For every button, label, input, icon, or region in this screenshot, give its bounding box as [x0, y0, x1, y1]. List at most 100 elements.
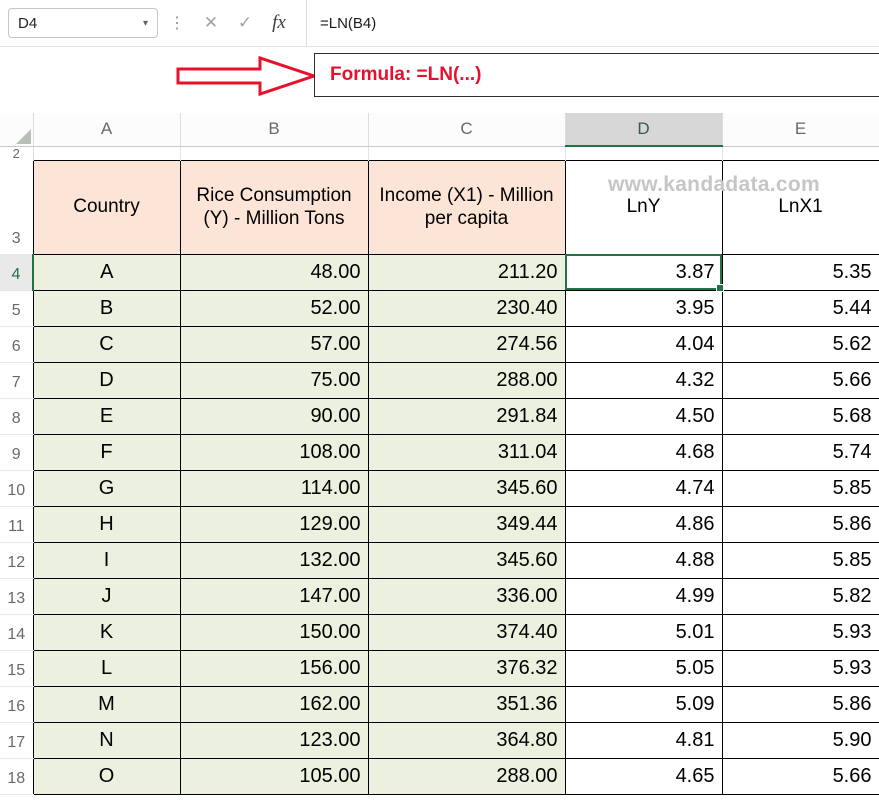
cell[interactable]: 336.00: [367, 577, 566, 615]
cell[interactable]: 5.35: [721, 253, 879, 291]
row-number[interactable]: 14: [0, 614, 34, 651]
cell[interactable]: 105.00: [179, 757, 369, 795]
row-number[interactable]: 5: [0, 290, 34, 327]
cell[interactable]: 4.65: [564, 757, 723, 795]
cell[interactable]: 5.93: [721, 649, 879, 687]
cell[interactable]: 345.60: [367, 541, 566, 579]
row-number[interactable]: 15: [0, 650, 34, 687]
header-cell[interactable]: LnY: [564, 159, 723, 255]
cell[interactable]: 156.00: [179, 649, 369, 687]
formula-bar[interactable]: =LN(B4): [307, 15, 376, 32]
cell[interactable]: M: [32, 685, 181, 723]
cell[interactable]: 4.99: [564, 577, 723, 615]
cell[interactable]: 150.00: [179, 613, 369, 651]
column-header[interactable]: E: [722, 113, 879, 147]
cell[interactable]: 57.00: [179, 325, 369, 363]
cell[interactable]: 364.80: [367, 721, 566, 759]
row-number[interactable]: 4: [0, 254, 34, 291]
cell[interactable]: 75.00: [179, 361, 369, 399]
cell[interactable]: 211.20: [367, 253, 566, 291]
cell[interactable]: 114.00: [179, 469, 369, 507]
cell[interactable]: 108.00: [179, 433, 369, 471]
cell[interactable]: 5.09: [564, 685, 723, 723]
cell[interactable]: 288.00: [367, 757, 566, 795]
row-number[interactable]: 13: [0, 578, 34, 615]
column-header[interactable]: B: [180, 113, 369, 147]
cell[interactable]: 311.04: [367, 433, 566, 471]
row-number[interactable]: 6: [0, 326, 34, 363]
cell[interactable]: [368, 146, 566, 160]
cell[interactable]: 129.00: [179, 505, 369, 543]
cell[interactable]: C: [32, 325, 181, 363]
cell[interactable]: 5.86: [721, 505, 879, 543]
cell[interactable]: [565, 146, 723, 160]
cell[interactable]: K: [32, 613, 181, 651]
cell[interactable]: 4.04: [564, 325, 723, 363]
cell[interactable]: 52.00: [179, 289, 369, 327]
cell[interactable]: 48.00: [179, 253, 369, 291]
row-number[interactable]: 2: [0, 146, 34, 160]
cell[interactable]: I: [32, 541, 181, 579]
cell[interactable]: H: [32, 505, 181, 543]
cell[interactable]: [33, 146, 181, 160]
select-all-button[interactable]: [0, 113, 34, 147]
cell[interactable]: 4.81: [564, 721, 723, 759]
cell[interactable]: 5.62: [721, 325, 879, 363]
cell[interactable]: N: [32, 721, 181, 759]
cell[interactable]: 5.90: [721, 721, 879, 759]
cell[interactable]: 291.84: [367, 397, 566, 435]
cell[interactable]: L: [32, 649, 181, 687]
insert-function-button[interactable]: fx: [262, 6, 296, 40]
cell[interactable]: 5.66: [721, 757, 879, 795]
cell[interactable]: 4.68: [564, 433, 723, 471]
cell[interactable]: E: [32, 397, 181, 435]
cell[interactable]: 162.00: [179, 685, 369, 723]
cell[interactable]: O: [32, 757, 181, 795]
cell[interactable]: [180, 146, 369, 160]
header-cell[interactable]: LnX1: [721, 159, 879, 255]
cell[interactable]: 90.00: [179, 397, 369, 435]
cell[interactable]: 4.86: [564, 505, 723, 543]
cell[interactable]: D: [32, 361, 181, 399]
cell[interactable]: 230.40: [367, 289, 566, 327]
cell[interactable]: 5.66: [721, 361, 879, 399]
cell[interactable]: 5.05: [564, 649, 723, 687]
cell[interactable]: 376.32: [367, 649, 566, 687]
cell[interactable]: 4.88: [564, 541, 723, 579]
cell[interactable]: 5.82: [721, 577, 879, 615]
header-cell[interactable]: Country: [32, 159, 181, 255]
header-cell[interactable]: Income (X1) - Million per capita: [367, 159, 566, 255]
row-number[interactable]: 7: [0, 362, 34, 399]
row-number[interactable]: 10: [0, 470, 34, 507]
cell[interactable]: 4.50: [564, 397, 723, 435]
cell[interactable]: 345.60: [367, 469, 566, 507]
cell[interactable]: J: [32, 577, 181, 615]
row-number[interactable]: 11: [0, 506, 34, 543]
row-number[interactable]: 18: [0, 758, 34, 795]
row-number[interactable]: 16: [0, 686, 34, 723]
cell[interactable]: 147.00: [179, 577, 369, 615]
cell[interactable]: 5.93: [721, 613, 879, 651]
cell[interactable]: B: [32, 289, 181, 327]
cell[interactable]: 351.36: [367, 685, 566, 723]
column-header[interactable]: C: [368, 113, 566, 147]
cell[interactable]: F: [32, 433, 181, 471]
cell[interactable]: 123.00: [179, 721, 369, 759]
row-number[interactable]: 12: [0, 542, 34, 579]
cell[interactable]: 374.40: [367, 613, 566, 651]
row-number[interactable]: 9: [0, 434, 34, 471]
column-header[interactable]: A: [33, 113, 181, 147]
cell[interactable]: 288.00: [367, 361, 566, 399]
cell[interactable]: 5.85: [721, 469, 879, 507]
enter-button[interactable]: ✓: [228, 6, 262, 40]
cell[interactable]: 3.95: [564, 289, 723, 327]
cell[interactable]: 4.74: [564, 469, 723, 507]
row-number[interactable]: 17: [0, 722, 34, 759]
cell[interactable]: 3.87: [564, 253, 724, 292]
cancel-button[interactable]: ✕: [194, 6, 228, 40]
row-number[interactable]: 3: [0, 160, 34, 255]
cell[interactable]: 5.44: [721, 289, 879, 327]
cell[interactable]: 5.01: [564, 613, 723, 651]
cell[interactable]: 5.74: [721, 433, 879, 471]
cell[interactable]: 274.56: [367, 325, 566, 363]
